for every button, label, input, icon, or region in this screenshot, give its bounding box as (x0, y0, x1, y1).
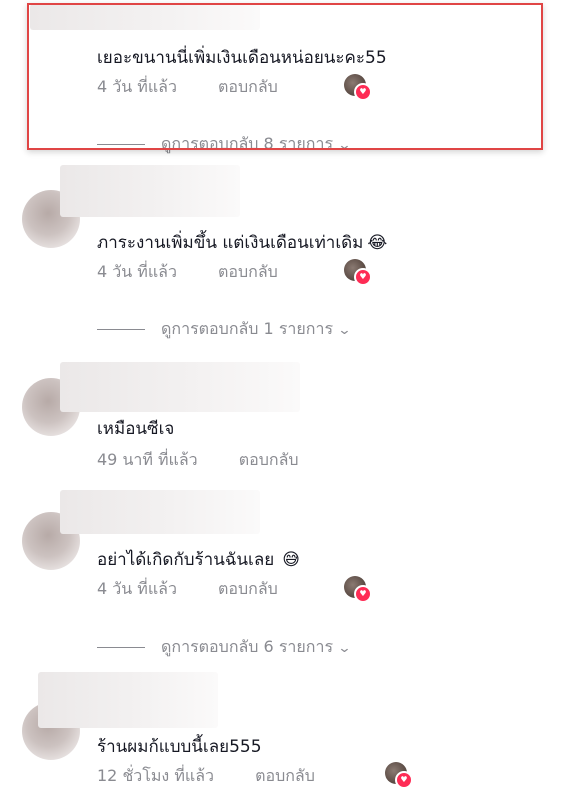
comment-text: ร้านผมก้แบบนี้เลย555 (97, 737, 262, 757)
comment-text: ภาระงานเพิ่มขึ้น แต่เงินเดือนเท่าเดิม 😂 (97, 233, 388, 253)
comment-meta: 12 ชั่วโมง ที่แล้ว ตอบกลับ (97, 764, 315, 789)
username-blurred[interactable] (38, 672, 218, 728)
comment-time: 4 วัน ที่แล้ว (97, 262, 177, 281)
chevron-down-icon: ⌄ (337, 323, 352, 338)
creator-liked-icon: ♥ (344, 259, 372, 286)
reply-button[interactable]: ตอบกลับ (218, 577, 278, 602)
comment-meta: 49 นาที ที่แล้ว ตอบกลับ (97, 448, 299, 473)
divider-line (97, 647, 145, 648)
comment-time: 12 ชั่วโมง ที่แล้ว (97, 766, 214, 785)
reply-button[interactable]: ตอบกลับ (218, 260, 278, 285)
heart-icon: ♥ (354, 585, 372, 603)
creator-liked-icon: ♥ (344, 576, 372, 603)
laughing-emoji-icon: 😂 (367, 233, 388, 253)
chevron-down-icon: ⌄ (337, 641, 352, 656)
view-replies-button[interactable]: ดูการตอบกลับ 1 รายการ ⌄ (97, 317, 352, 342)
heart-icon: ♥ (395, 771, 413, 789)
username-blurred[interactable] (60, 490, 260, 534)
creator-liked-icon: ♥ (385, 762, 413, 789)
comment-text: อย่าได้เกิดกับร้านฉันเลย 😅 (97, 550, 300, 570)
comment-time: 49 นาที ที่แล้ว (97, 450, 198, 469)
reply-button[interactable]: ตอบกลับ (255, 764, 315, 789)
comment-time: 4 วัน ที่แล้ว (97, 579, 177, 598)
comment-meta: 4 วัน ที่แล้ว ตอบกลับ (97, 260, 278, 285)
divider-line (97, 329, 145, 330)
heart-icon: ♥ (354, 268, 372, 286)
view-replies-button[interactable]: ดูการตอบกลับ 6 รายการ ⌄ (97, 635, 352, 660)
comment-meta: 4 วัน ที่แล้ว ตอบกลับ (97, 577, 278, 602)
highlight-box (27, 3, 543, 150)
comment-text: เหมือนซีเจ (97, 419, 175, 439)
username-blurred[interactable] (60, 362, 300, 412)
sweat-smile-emoji-icon: 😅 (282, 550, 300, 570)
reply-button[interactable]: ตอบกลับ (239, 448, 299, 473)
username-blurred[interactable] (60, 165, 240, 217)
